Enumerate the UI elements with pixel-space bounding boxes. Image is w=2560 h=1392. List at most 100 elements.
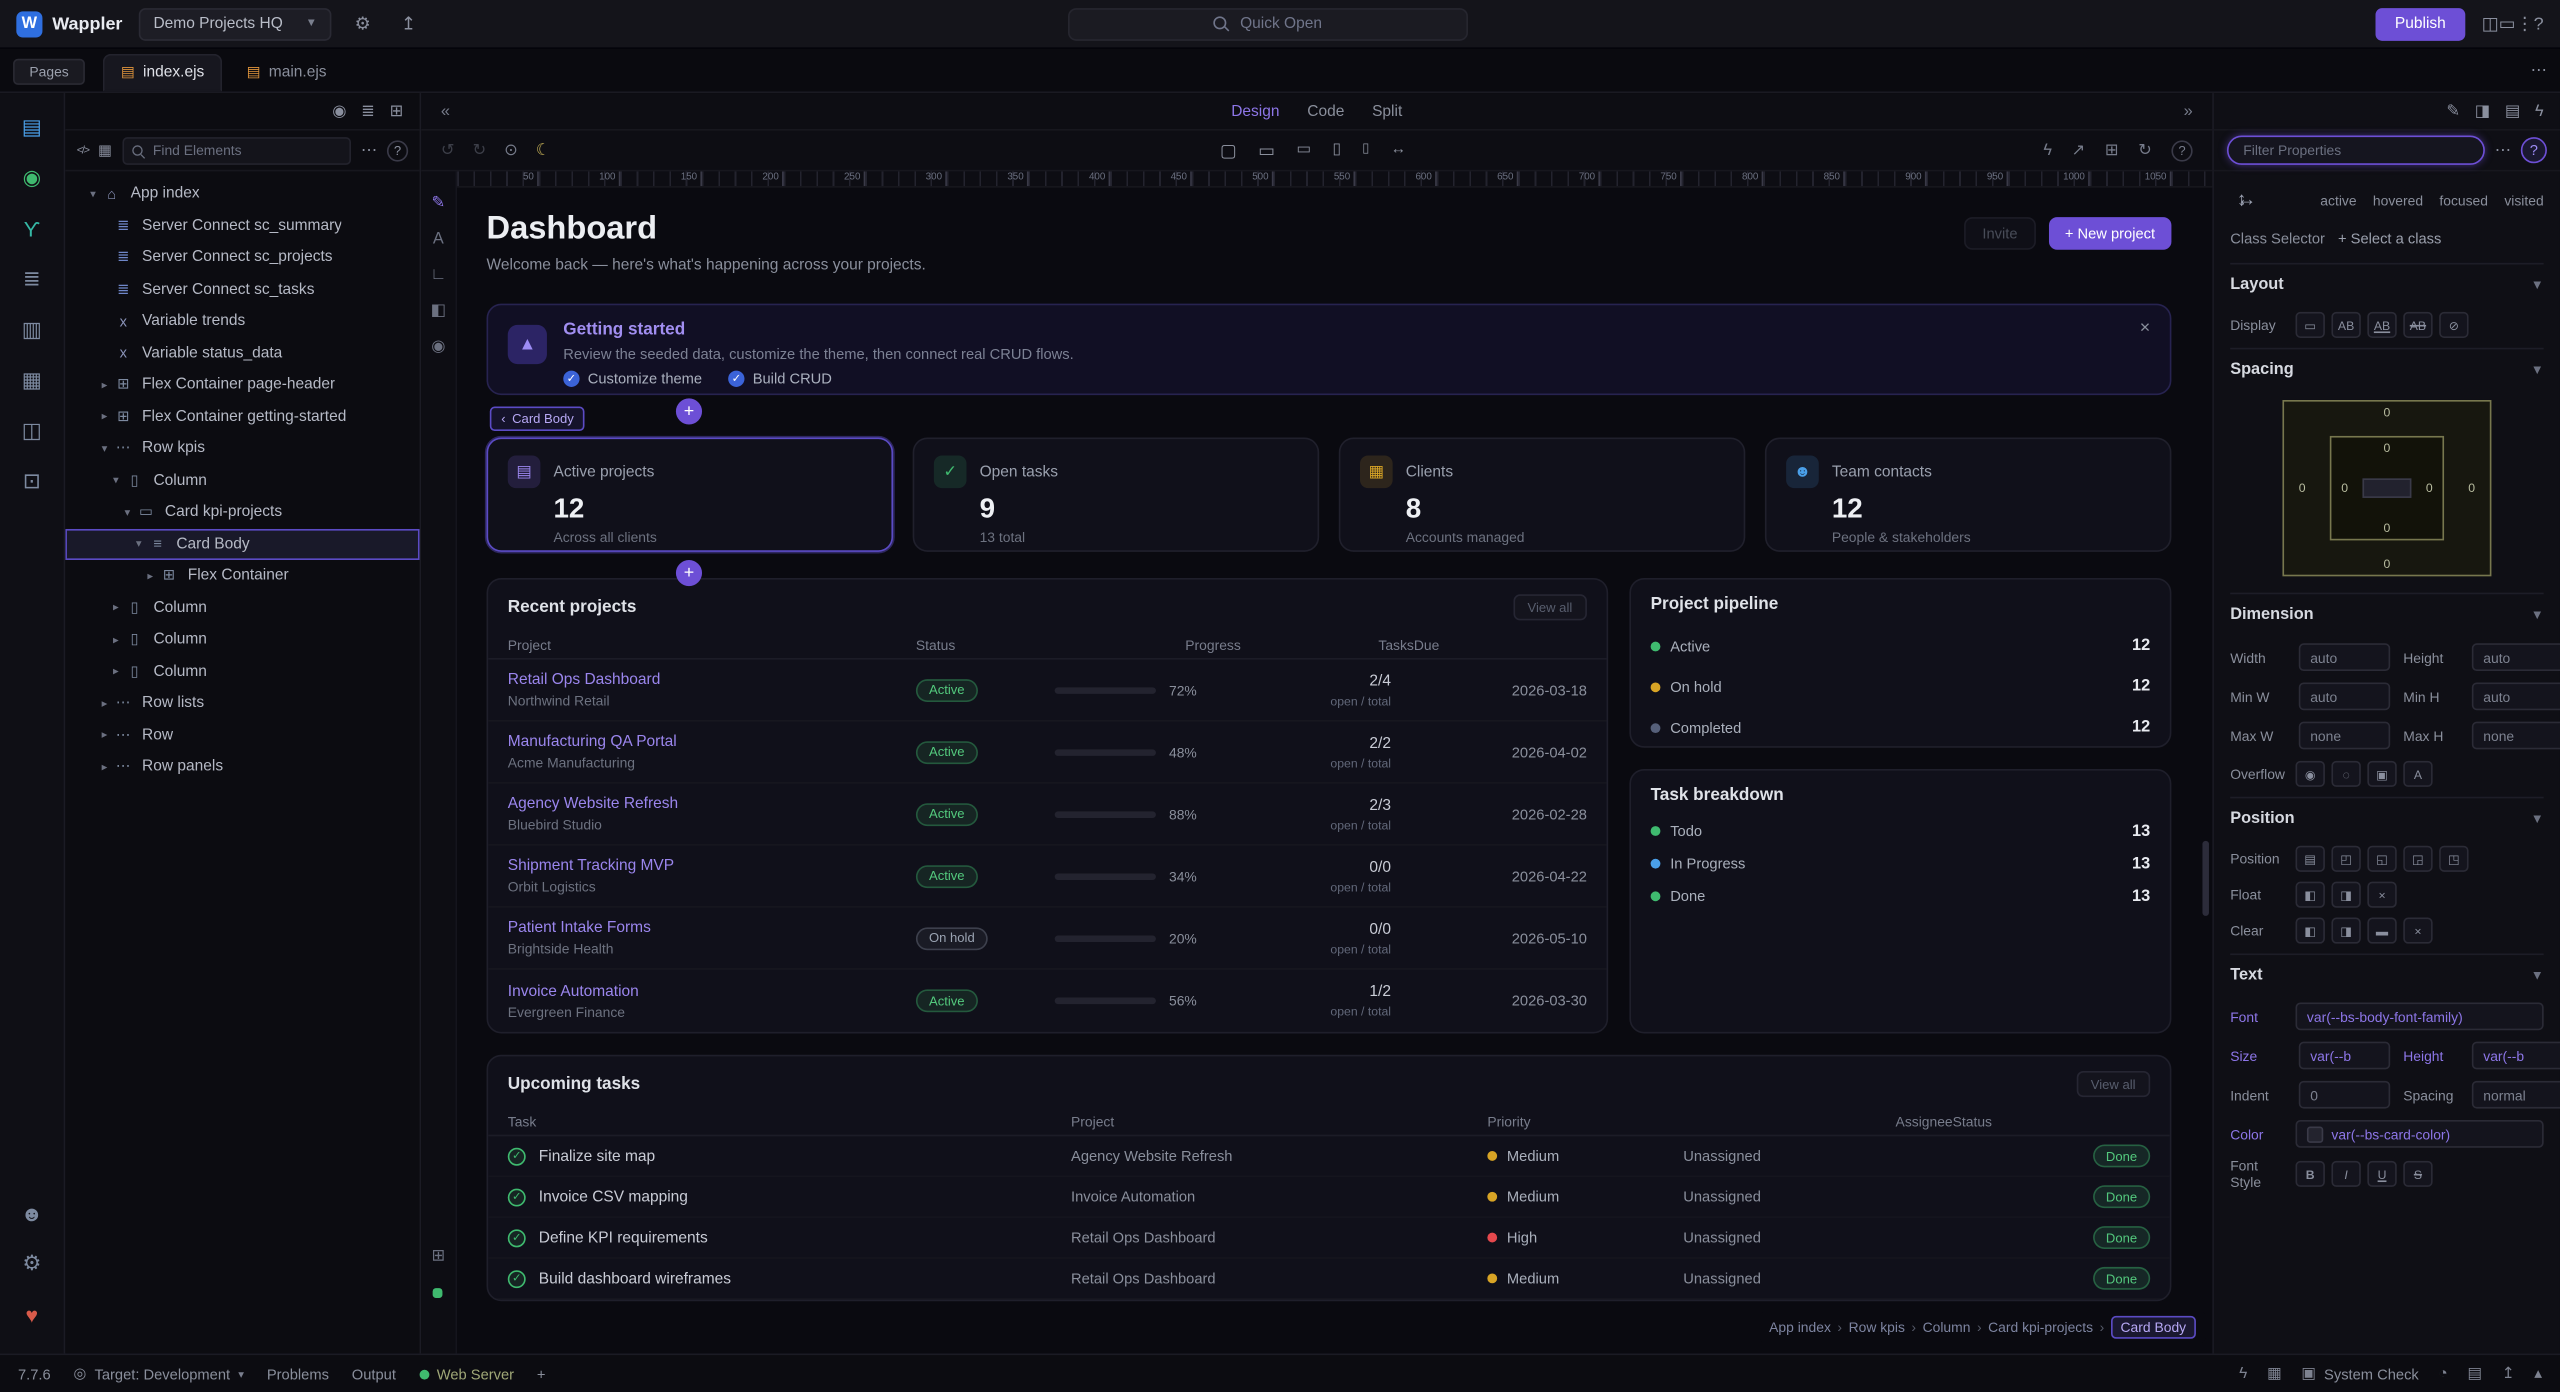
redo-icon[interactable]: ↻: [472, 141, 486, 159]
float-left-icon[interactable]: ◧: [2296, 882, 2325, 908]
target-selector[interactable]: ◎ Target: Development ▾: [74, 1365, 244, 1383]
preview-tablet-icon[interactable]: ▯: [1362, 140, 1369, 161]
tree-help-icon[interactable]: ?: [387, 140, 408, 161]
grid-view-icon[interactable]: ⊞: [390, 102, 404, 120]
project-link[interactable]: Retail Ops Dashboard: [508, 671, 916, 689]
bold-icon[interactable]: B: [2296, 1161, 2325, 1187]
kpi-card[interactable]: ▤ Active projects 12 Across all clients: [487, 438, 894, 552]
invite-button[interactable]: Invite: [1964, 217, 2035, 250]
float-none-icon[interactable]: ×: [2367, 882, 2396, 908]
list-view-icon[interactable]: ≣: [361, 102, 375, 120]
display-none-icon[interactable]: AB: [2403, 312, 2432, 338]
display-inline-block-icon[interactable]: AB: [2367, 312, 2396, 338]
overflow-scroll-icon[interactable]: ▣: [2367, 761, 2396, 787]
kpi-card[interactable]: ☻ Team contacts 12 People & stakeholders: [1765, 438, 2172, 552]
state-toggle[interactable]: hovered: [2373, 193, 2423, 209]
mode-split[interactable]: Split: [1372, 102, 1402, 120]
clear-left-icon[interactable]: ◧: [2296, 918, 2325, 944]
close-icon[interactable]: ×: [2140, 318, 2151, 338]
project-selector[interactable]: Demo Projects HQ ▼: [139, 7, 332, 40]
assets-manager-icon[interactable]: ▦: [11, 359, 53, 401]
help-icon[interactable]: ?: [2534, 15, 2544, 35]
tree-item-variable-trends[interactable]: x Variable trends ↧ + ◫: [65, 305, 419, 337]
web-server-status[interactable]: Web Server: [419, 1366, 514, 1382]
expand-arrow-icon[interactable]: ▾: [85, 187, 101, 200]
pages-chip[interactable]: Pages: [13, 59, 85, 85]
preview-display-icon[interactable]: ▦: [2267, 1365, 2282, 1383]
tree-item-column-2[interactable]: ▸ ▯ Column ↧ + ◫: [65, 592, 419, 624]
move-element-icon[interactable]: ↔↕: [2230, 188, 2279, 214]
overflow-auto-icon[interactable]: A: [2403, 761, 2432, 787]
new-project-button[interactable]: + New project: [2049, 217, 2172, 250]
server-manager-icon[interactable]: ▥: [11, 309, 53, 351]
text-color-input[interactable]: var(--bs-card-color): [2296, 1120, 2544, 1148]
expand-arrow-icon[interactable]: ▾: [131, 538, 147, 551]
more-options-icon[interactable]: ⋮: [2516, 15, 2534, 35]
tree-item-card-kpi-projects[interactable]: ▾ ▭ Card kpi-projects ↧ + ◫: [65, 496, 419, 528]
expand-arrow-icon[interactable]: ▸: [96, 697, 112, 710]
dimension-input[interactable]: auto: [2472, 643, 2560, 671]
project-settings-icon[interactable]: ⚙: [348, 13, 377, 34]
add-panel-icon[interactable]: +: [537, 1366, 546, 1382]
expand-arrow-icon[interactable]: ▾: [96, 442, 112, 455]
grid-guides-icon[interactable]: ⊞: [2105, 141, 2119, 159]
tree-item-sc-projects[interactable]: ≣ Server Connect sc_projects ↧ + ◫: [65, 242, 419, 274]
view-all-button[interactable]: View all: [2076, 1071, 2150, 1097]
edit-css-icon[interactable]: ✎: [2446, 102, 2460, 120]
find-elements-input[interactable]: [122, 136, 351, 164]
git-manager-icon[interactable]: ϒ: [11, 207, 53, 249]
padding-bottom-value[interactable]: 0: [2384, 521, 2391, 536]
insert-before-button[interactable]: +: [676, 398, 702, 424]
ai-assistant-icon[interactable]: ⊡: [11, 460, 53, 502]
measure-icon[interactable]: ∟: [430, 266, 446, 284]
text-indent-input[interactable]: 0: [2299, 1081, 2390, 1109]
kpi-card[interactable]: ▦ Clients 8 Accounts managed: [1339, 438, 1746, 552]
edit-mode-icon[interactable]: ✎: [432, 194, 446, 212]
preview-monitor-icon[interactable]: ▭: [1258, 140, 1275, 161]
font-size-input[interactable]: var(--b: [2299, 1042, 2390, 1070]
view-all-button[interactable]: View all: [1513, 594, 1587, 620]
task-done-icon[interactable]: ✓: [508, 1147, 526, 1165]
library-icon[interactable]: ▤: [2505, 102, 2520, 120]
tree-item-card-body[interactable]: ▾ ≡ Card Body ↧ + ◫: [65, 528, 419, 560]
device-preview-icon[interactable]: ▭: [2499, 15, 2516, 35]
tree-item-row-lists[interactable]: ▸ ⋯ Row lists ↧ + ◫: [65, 687, 419, 719]
breadcrumb-item[interactable]: Card Body: [2111, 1316, 2196, 1339]
clear-right-icon[interactable]: ◨: [2331, 918, 2360, 944]
tree-item-column-1[interactable]: ▾ ▯ Column ↧ + ◫: [65, 464, 419, 496]
tree-options-icon[interactable]: ⋯: [361, 141, 377, 159]
collapse-panel-right-icon[interactable]: »: [2184, 102, 2193, 120]
support-icon[interactable]: ♥: [11, 1293, 53, 1335]
expand-arrow-icon[interactable]: ▾: [108, 474, 124, 487]
tab-main-ejs[interactable]: ▤ main.ejs: [229, 54, 345, 92]
theme-icon[interactable]: ◧: [431, 302, 446, 320]
margin-left-value[interactable]: 0: [2299, 481, 2306, 496]
text-mode-icon[interactable]: A: [433, 230, 444, 248]
tree-item-sc-tasks[interactable]: ≣ Server Connect sc_tasks ↧ + ◫: [65, 273, 419, 305]
terminal-icon[interactable]: ϟ: [2239, 1365, 2247, 1383]
float-right-icon[interactable]: ◨: [2331, 882, 2360, 908]
tree-item-row-kpis[interactable]: ▾ ⋯ Row kpis ↧ + ◫: [65, 433, 419, 465]
canvas-scrollbar[interactable]: [2202, 841, 2209, 916]
overflow-visible-icon[interactable]: ◉: [2296, 761, 2325, 787]
design-panel-icon[interactable]: ◨: [2475, 102, 2490, 120]
dimension-input[interactable]: auto: [2472, 682, 2560, 710]
tab-overflow-icon[interactable]: ⋯: [2531, 62, 2547, 80]
expand-arrow-icon[interactable]: ▸: [108, 601, 124, 614]
section-dimension[interactable]: Dimension▼: [2230, 593, 2543, 632]
section-text[interactable]: Text▼: [2230, 953, 2543, 992]
account-icon[interactable]: ☻: [11, 1192, 53, 1234]
database-manager-icon[interactable]: ≣: [11, 258, 53, 300]
dimension-input[interactable]: none: [2299, 722, 2390, 750]
section-position[interactable]: Position▼: [2230, 797, 2543, 836]
open-in-browser-icon[interactable]: ↗: [2072, 141, 2086, 159]
task-done-icon[interactable]: ✓: [508, 1229, 526, 1247]
resource-usage-icon[interactable]: ◔: [2438, 1365, 2447, 1383]
expand-arrow-icon[interactable]: ▸: [108, 665, 124, 678]
components-icon[interactable]: ▦: [98, 141, 112, 159]
breadcrumb-item[interactable]: Column: [1923, 1319, 1982, 1335]
tree-item-app-index[interactable]: ▾ ⌂ App index ↧ + ◫: [65, 178, 419, 210]
screenshot-icon[interactable]: ⊙: [504, 141, 518, 159]
expand-arrow-icon[interactable]: ▸: [108, 633, 124, 646]
tree-item-flex-container[interactable]: ▸ ⊞ Flex Container ↧ + ◫: [65, 560, 419, 592]
